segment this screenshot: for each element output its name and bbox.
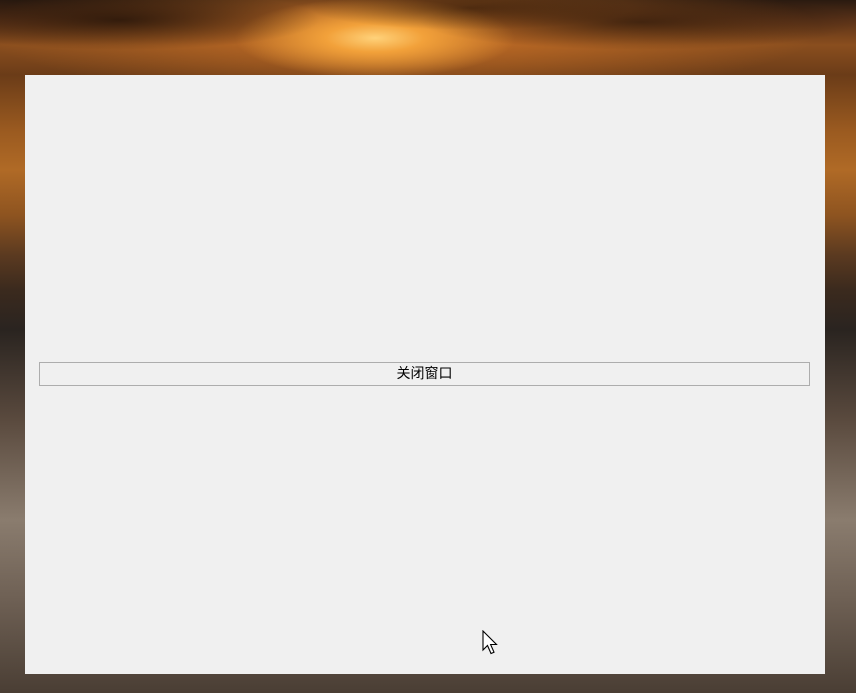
arrow-cursor-icon: [482, 630, 498, 655]
desktop-wallpaper: 关闭窗口: [0, 0, 856, 693]
close-window-button[interactable]: 关闭窗口: [39, 362, 810, 386]
app-window: 关闭窗口: [25, 75, 825, 674]
